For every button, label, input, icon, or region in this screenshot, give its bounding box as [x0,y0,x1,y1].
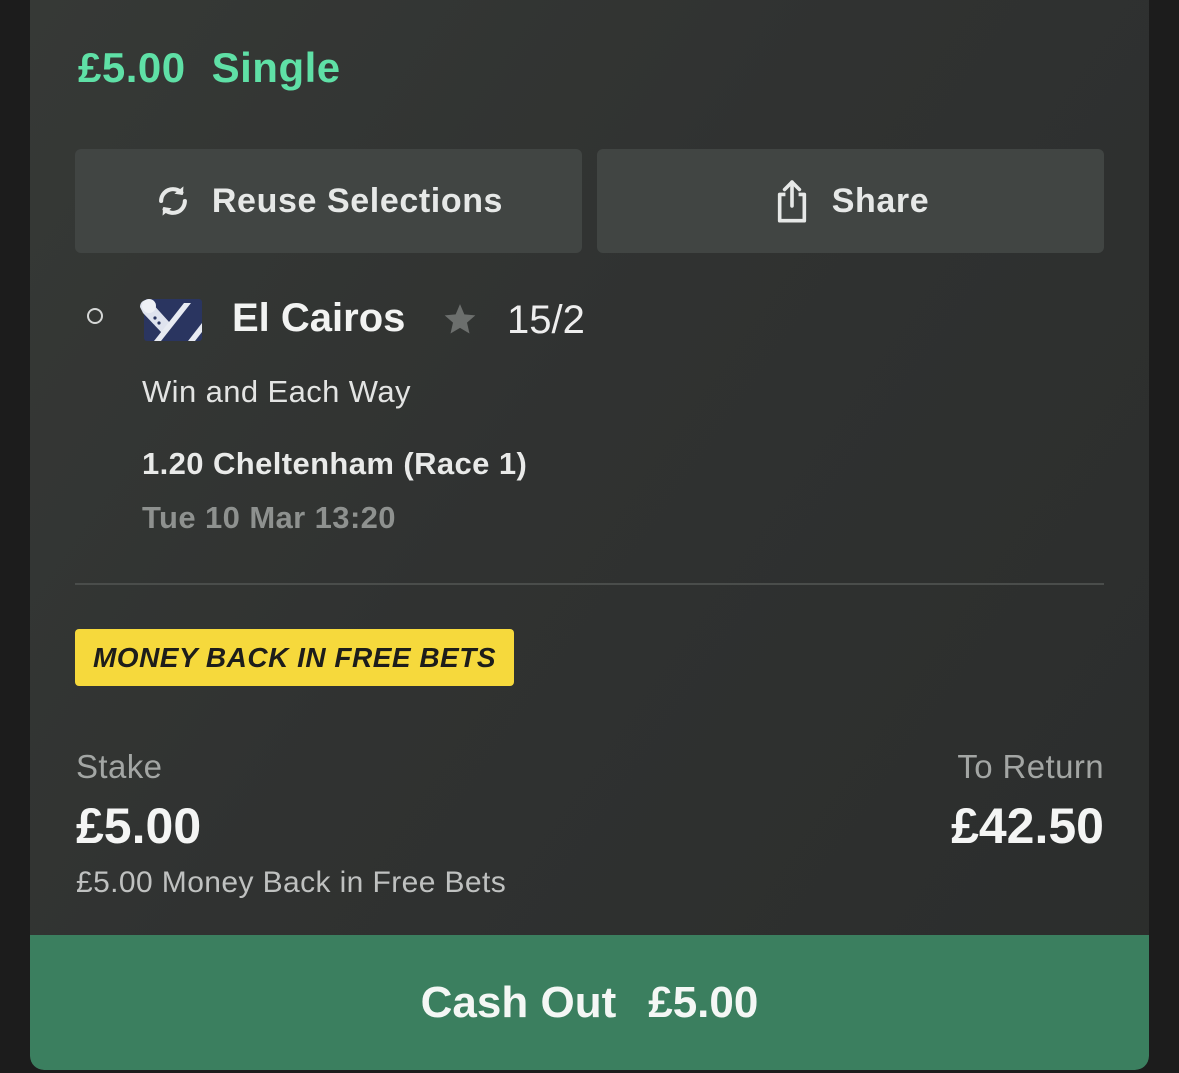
to-return-value: £42.50 [951,798,1104,854]
bet-header: £5.00 Single [78,44,341,92]
cash-out-amount: £5.00 [648,977,759,1027]
reuse-selections-button[interactable]: Reuse Selections [75,149,582,253]
star-icon[interactable] [440,300,480,340]
share-icon [772,178,812,224]
screen: £5.00 Single Reuse Selections Share El C… [0,0,1179,1073]
share-label: Share [831,181,930,220]
cash-out-button[interactable]: Cash Out £5.00 [30,935,1149,1070]
jockey-silks-icon [140,299,202,341]
cash-out-label: Cash Out [420,977,617,1027]
bet-type: Single [211,44,341,91]
reuse-selections-label: Reuse Selections [211,181,504,220]
stake-value: £5.00 [76,798,202,854]
share-button[interactable]: Share [597,149,1104,253]
divider [75,583,1104,585]
promo-badge: MONEY BACK IN FREE BETS [75,629,514,686]
stake-label: Stake [76,748,163,785]
race-name: 1.20 Cheltenham (Race 1) [142,446,528,481]
to-return-label: To Return [957,748,1104,785]
refresh-icon [154,182,192,220]
money-back-note: £5.00 Money Back in Free Bets [76,866,507,899]
horse-name: El Cairos [232,296,406,340]
bet-stake-header: £5.00 [78,44,186,91]
odds: 15/2 [507,298,585,342]
bet-card: £5.00 Single Reuse Selections Share El C… [30,0,1149,1070]
race-time: Tue 10 Mar 13:20 [142,500,396,535]
market-type: Win and Each Way [142,374,411,409]
selection-status-indicator [87,308,103,324]
